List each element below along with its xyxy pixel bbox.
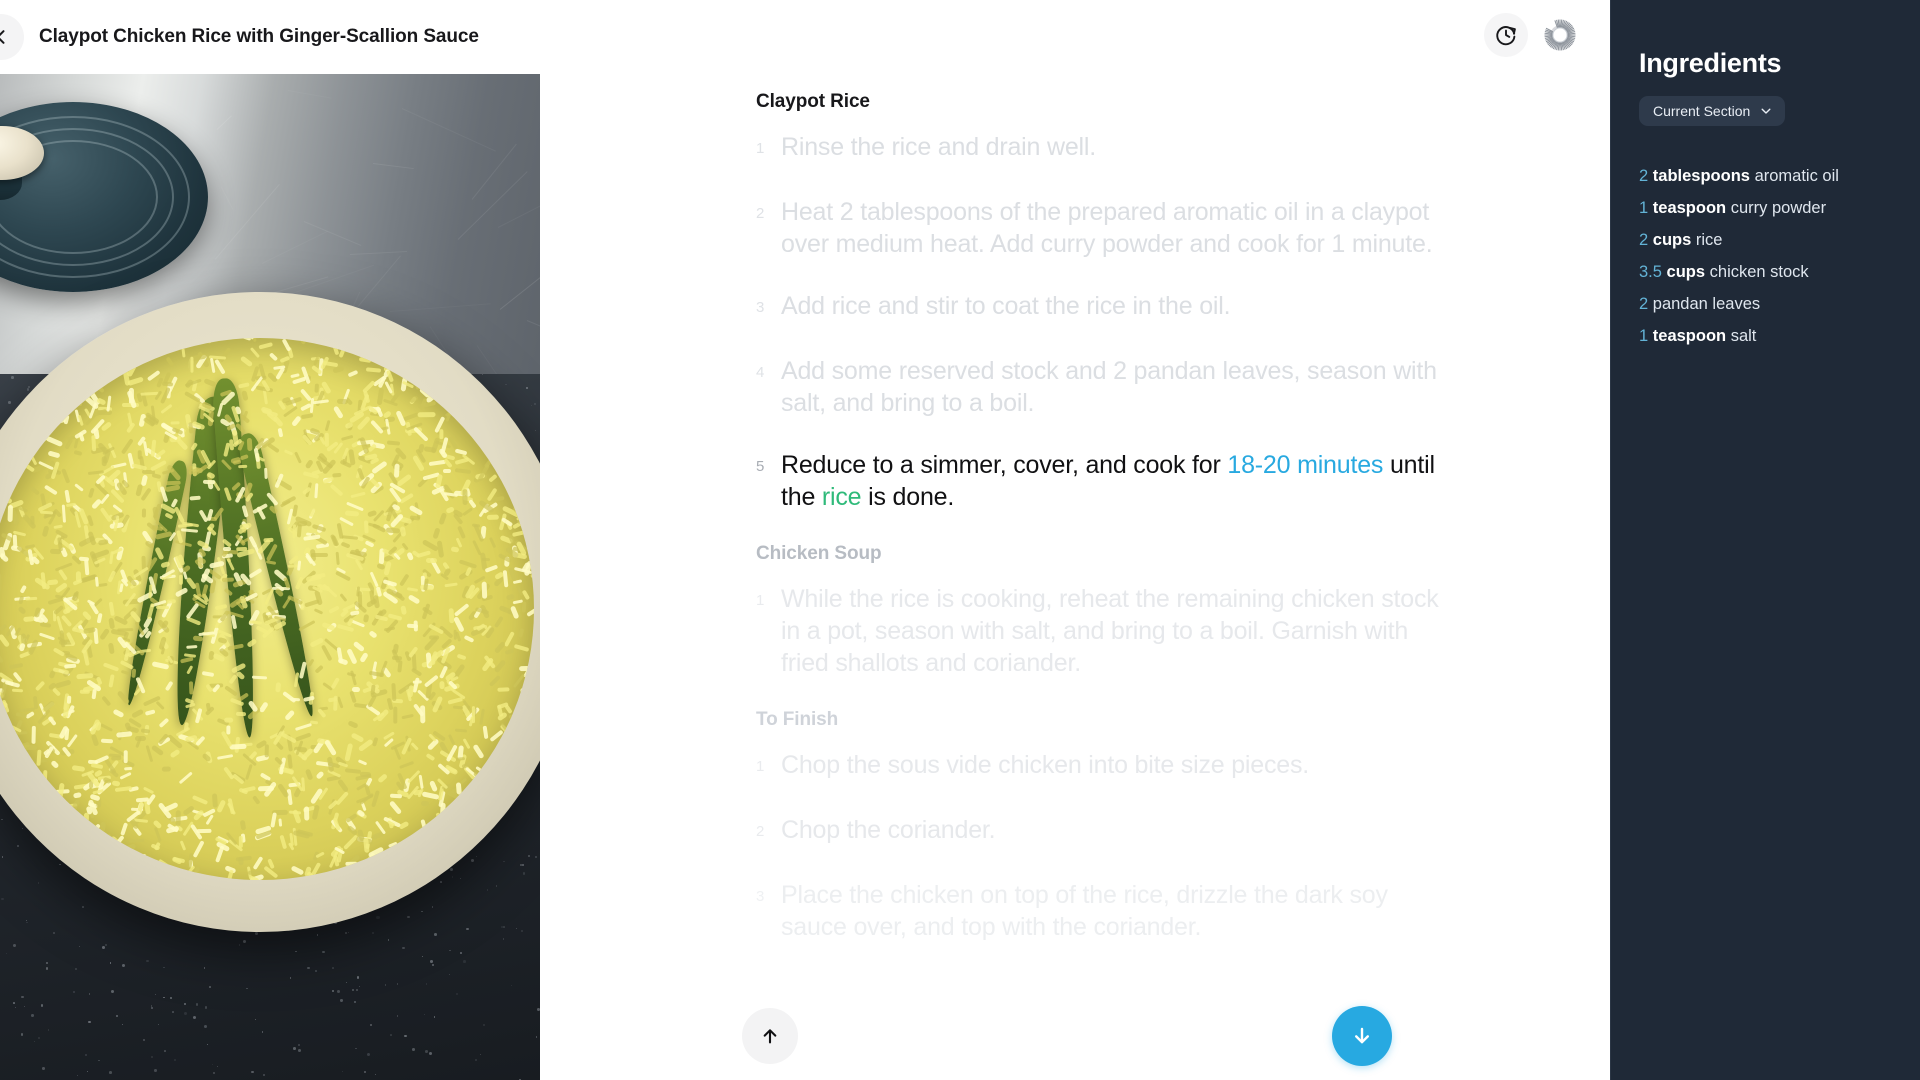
step-text: Chop the coriander.: [781, 814, 1456, 846]
step-text: Chop the sous vide chicken into bite siz…: [781, 749, 1456, 781]
claypot: [0, 292, 540, 932]
recipe-pane: Claypot Rice 1 Rinse the rice and drain we…: [0, 0, 1610, 1080]
recipe-step[interactable]: 4 Add some reserved stock and 2 pandan le…: [756, 355, 1456, 419]
ingredients-title: Ingredients: [1639, 48, 1782, 78]
step-text: Add rice and stir to coat the rice in th…: [781, 290, 1456, 322]
step-text-fragment: Add rice and stir to coat the rice in th…: [781, 292, 1231, 320]
ingredient-item[interactable]: 1 teaspoon curry powder: [1639, 192, 1894, 224]
step-text: While the rice is cooking, reheat the re…: [781, 583, 1456, 679]
recipe-step[interactable]: 3 Add rice and stir to coat the rice in t…: [756, 290, 1456, 325]
section-filter-dropdown[interactable]: Current Section: [1639, 96, 1786, 126]
ingredient-quantity: 2: [1639, 231, 1649, 249]
step-text-fragment: Heat 2 tablespoons of the prepared aroma…: [781, 198, 1433, 258]
ingredient-unit: tablespoons: [1652, 167, 1750, 185]
ingredient-name: chicken stock: [1709, 263, 1809, 281]
ingredient-item[interactable]: 1 teaspoon salt: [1639, 320, 1894, 352]
step-text: Add some reserved stock and 2 pandan lea…: [781, 355, 1456, 419]
progress-button[interactable]: [1538, 13, 1582, 57]
ingredient-unit: teaspoon: [1652, 199, 1727, 217]
ingredient-quantity: 1: [1639, 199, 1649, 217]
top-bar: Claypot Chicken Rice with Ginger-Scallio…: [0, 0, 1610, 74]
page-title: Claypot Chicken Rice with Ginger-Scallio…: [39, 26, 479, 47]
ingredients-sidebar: Ingredients Current Section 2 tablespoon…: [1610, 0, 1920, 1080]
step-text-fragment: is done.: [861, 483, 955, 511]
timer-link[interactable]: 18-20 minutes: [1227, 451, 1383, 479]
ingredient-unit: cups: [1666, 263, 1706, 281]
ingredient-quantity: 3.5: [1639, 263, 1662, 281]
step-text: Reduce to a simmer, cover, and cook for …: [781, 449, 1456, 513]
recipe-step[interactable]: 3 Place the chicken on top of the rice, d…: [756, 879, 1456, 943]
timer-button[interactable]: [1484, 13, 1528, 57]
next-step-button[interactable]: [1332, 1006, 1392, 1066]
step-number: 4: [756, 364, 765, 381]
cook-mode-app: Claypot Rice 1 Rinse the rice and drain we…: [0, 0, 1920, 1080]
step-text: Rinse the rice and drain well.: [781, 131, 1456, 163]
section-filter-label: Current Section: [1653, 103, 1751, 119]
ingredient-name: pandan leaves: [1652, 295, 1761, 313]
step-text-fragment: Chop the sous vide chicken into bite siz…: [781, 751, 1310, 779]
ingredient-unit: cups: [1652, 231, 1692, 249]
recipe-step[interactable]: 2 Chop the coriander.: [756, 814, 1456, 849]
step-number: 1: [756, 140, 765, 157]
chevron-left-icon: [0, 30, 5, 44]
step-text-fragment: Place the chicken on top of the rice, dr…: [781, 881, 1388, 941]
ingredient-name: salt: [1730, 327, 1757, 345]
recipe-step[interactable]: 1 Chop the sous vide chicken into bite si…: [756, 749, 1456, 784]
ingredient-item[interactable]: 3.5 cups chicken stock: [1639, 256, 1894, 288]
ingredient-quantity: 1: [1639, 327, 1649, 345]
ingredient-item[interactable]: 2 cups rice: [1639, 224, 1894, 256]
recipe-step[interactable]: 2 Heat 2 tablespoons of the prepared arom…: [756, 196, 1456, 260]
ingredient-name: rice: [1695, 231, 1723, 249]
ingredient-item[interactable]: 2 pandan leaves: [1639, 288, 1894, 320]
step-text-fragment: While the rice is cooking, reheat the re…: [781, 585, 1439, 677]
section-heading: Chicken Soup: [756, 543, 882, 564]
recipe-step[interactable]: 1 While the rice is cooking, reheat the r…: [756, 583, 1456, 679]
ingredient-name: curry powder: [1730, 199, 1827, 217]
ingredient-quantity: 2: [1639, 167, 1649, 185]
step-number: 2: [756, 823, 765, 840]
ingredient-link[interactable]: rice: [822, 483, 862, 511]
step-text-fragment: Chop the coriander.: [781, 816, 996, 844]
step-text-fragment: Rinse the rice and drain well.: [781, 133, 1096, 161]
recipe-steps-list[interactable]: Claypot Rice 1 Rinse the rice and drain we…: [756, 74, 1456, 1080]
photo-canvas: [0, 74, 540, 1080]
step-text: Place the chicken on top of the rice, dr…: [781, 879, 1456, 943]
ingredient-quantity: 2: [1639, 295, 1649, 313]
top-bar-actions: [1484, 13, 1582, 57]
step-number: 3: [756, 888, 765, 905]
section-heading: To Finish: [756, 709, 839, 730]
rice-surface: [0, 338, 534, 880]
ingredients-list: 2 tablespoons aromatic oil 1 teaspoon cur…: [1639, 160, 1894, 352]
step-number: 1: [756, 592, 765, 609]
step-number: 1: [756, 758, 765, 775]
back-button[interactable]: [0, 14, 24, 60]
step-text: Heat 2 tablespoons of the prepared aroma…: [781, 196, 1456, 260]
recipe-hero-image: [0, 74, 540, 1080]
previous-step-button[interactable]: [742, 1008, 798, 1064]
recipe-step[interactable]: 5 Reduce to a simmer, cover, and cook for…: [756, 449, 1456, 513]
arrow-up-icon: [763, 1029, 777, 1044]
ingredient-name: aromatic oil: [1754, 167, 1839, 185]
timer-icon: [1496, 26, 1516, 46]
section-heading: Claypot Rice: [756, 91, 870, 112]
step-number: 5: [756, 458, 765, 475]
ingredient-item[interactable]: 2 tablespoons aromatic oil: [1639, 160, 1894, 192]
recipe-step[interactable]: 1 Rinse the rice and drain well.: [756, 131, 1456, 166]
chevron-down-icon: [1761, 108, 1771, 114]
step-number: 2: [756, 205, 765, 222]
arrow-down-icon: [1355, 1027, 1369, 1044]
radial-progress-icon: [1544, 19, 1576, 51]
step-text-fragment: Add some reserved stock and 2 pandan lea…: [781, 357, 1437, 417]
ingredient-unit: teaspoon: [1652, 327, 1727, 345]
step-text-fragment: Reduce to a simmer, cover, and cook for: [781, 451, 1228, 479]
step-number: 3: [756, 299, 765, 316]
